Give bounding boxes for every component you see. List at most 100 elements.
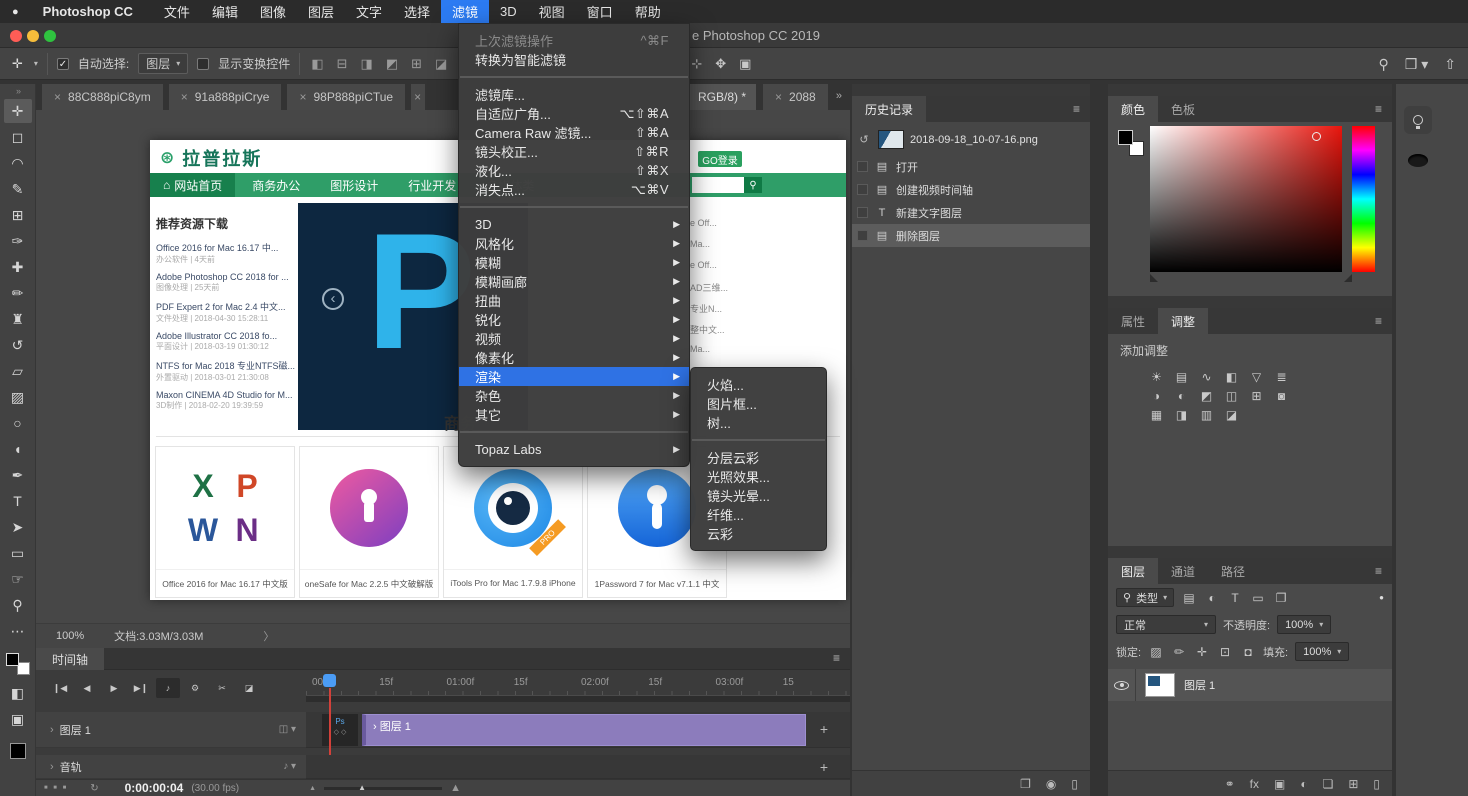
lock-position-icon[interactable]: ✛	[1194, 645, 1210, 659]
document-tab[interactable]: × 88C888piC8ym	[42, 84, 163, 110]
history-state-row[interactable]: ▤ 创建视频时间轴	[852, 178, 1090, 201]
history-brush-tool[interactable]: ↺	[4, 333, 32, 357]
align-bottom-edges-icon[interactable]: ◪	[433, 56, 449, 72]
lock-image-pixels-icon[interactable]: ✏	[1171, 645, 1187, 659]
keyframe-icons[interactable]: ◇ ◇	[322, 729, 358, 737]
filter-menu-item[interactable]: 3D ▶	[459, 215, 689, 234]
zoom-window-button[interactable]	[44, 30, 56, 42]
render-submenu-item[interactable]: 图片框...	[691, 394, 826, 413]
history-snapshot-row[interactable]: ↺ 2018-09-18_10-07-16.png	[856, 130, 1090, 149]
render-submenu-item[interactable]: 纤维...	[691, 505, 826, 524]
curves-icon[interactable]: ∿	[1194, 367, 1219, 386]
search-icon[interactable]: ⚲	[1379, 56, 1389, 73]
render-quality-icons[interactable]: ■ ■ ■	[44, 785, 68, 791]
filter-pixel-layers-icon[interactable]: ▤	[1181, 591, 1197, 605]
close-tab-icon[interactable]: ×	[54, 90, 61, 104]
loop-icon[interactable]: ↻	[90, 783, 98, 794]
foreground-color-swatch[interactable]	[1118, 130, 1133, 145]
current-tool-icon[interactable]: ✛	[10, 56, 25, 72]
new-snapshot-icon[interactable]: ◉	[1046, 777, 1056, 791]
zoom-tool[interactable]: ⚲	[4, 593, 32, 617]
history-tab[interactable]: 历史记录	[852, 96, 926, 122]
panel-menu-icon[interactable]: ≡	[1375, 314, 1382, 328]
next-frame-button[interactable]: ▶❙	[129, 678, 153, 698]
layer-row[interactable]: 图层 1	[1108, 669, 1392, 701]
history-state-row[interactable]: ▤ 删除图层	[852, 224, 1090, 247]
color-swatch[interactable]	[10, 743, 26, 759]
video-clip[interactable]: › 图层 1	[362, 714, 806, 746]
panel-menu-icon[interactable]: ≡	[833, 651, 840, 665]
filter-menu-item[interactable]: 液化... ⇧⌘X	[459, 161, 689, 180]
filter-menu-item[interactable]: 其它 ▶	[459, 405, 689, 424]
menubar-item[interactable]: 编辑	[201, 0, 249, 23]
delete-state-icon[interactable]: ▯	[1071, 777, 1078, 791]
menubar-item[interactable]: 窗口	[576, 0, 624, 23]
layer-style-icon[interactable]: fx	[1250, 777, 1259, 791]
exposure-icon[interactable]: ◧	[1219, 367, 1244, 386]
filter-menu-item[interactable]: 锐化 ▶	[459, 310, 689, 329]
disclosure-icon[interactable]: ›	[50, 761, 54, 773]
menubar-item[interactable]: 帮助	[624, 0, 672, 23]
photo-filter-icon[interactable]: ◩	[1194, 386, 1219, 405]
dodge-tool[interactable]: ◖	[4, 437, 32, 461]
filter-menu-item[interactable]	[460, 206, 688, 208]
learn-button[interactable]	[1404, 106, 1432, 134]
filter-menu-item[interactable]: 模糊画廊 ▶	[459, 272, 689, 291]
edit-toolbar-icon[interactable]: ⋯	[4, 619, 32, 643]
align-top-edges-icon[interactable]: ◩	[384, 56, 400, 72]
color-picker-cursor[interactable]	[1312, 132, 1321, 141]
document-tab[interactable]: × 91a888piCrye	[169, 84, 282, 110]
layers-panel-tab[interactable]: 路径	[1208, 558, 1258, 584]
eyedropper-tool[interactable]: ✑	[4, 229, 32, 253]
healing-brush-tool[interactable]: ✚	[4, 255, 32, 279]
render-submenu-item[interactable]	[692, 439, 825, 441]
collapse-tools-icon[interactable]: »	[16, 86, 19, 96]
layers-panel-tab[interactable]: 图层	[1108, 558, 1158, 584]
add-media-button[interactable]: +	[820, 721, 828, 737]
render-submenu-item[interactable]: 光照效果...	[691, 467, 826, 486]
filter-menu-item[interactable]: 消失点... ⌥⌘V	[459, 180, 689, 199]
new-layer-icon[interactable]: ⊞	[1348, 777, 1358, 791]
menubar-item[interactable]: 滤镜	[441, 0, 489, 23]
filter-menu-item[interactable]: Topaz Labs ▶	[459, 440, 689, 459]
render-submenu-item[interactable]: 镜头光晕...	[691, 486, 826, 505]
screen-mode-button[interactable]: ▣	[4, 707, 32, 731]
history-source-well[interactable]	[857, 230, 868, 241]
history-state-row[interactable]: ▤ 打开	[852, 155, 1090, 178]
layer-mask-icon[interactable]: ▣	[1274, 777, 1285, 791]
align-left-edges-icon[interactable]: ◧	[309, 56, 325, 72]
playhead-handle[interactable]	[323, 674, 336, 687]
type-tool[interactable]: T	[4, 489, 32, 513]
add-audio-button[interactable]: +	[820, 759, 828, 775]
disclosure-icon[interactable]: ›	[50, 724, 54, 736]
clone-stamp-tool[interactable]: ♜	[4, 307, 32, 331]
panel-menu-icon[interactable]: ≡	[1073, 102, 1080, 116]
history-state-row[interactable]: T 新建文字图层	[852, 201, 1090, 224]
menubar-item[interactable]: 视图	[528, 0, 576, 23]
layer-thumbnail[interactable]	[1145, 673, 1175, 697]
delete-layer-icon[interactable]: ▯	[1373, 777, 1380, 791]
distribute-icon[interactable]: ⊹	[689, 56, 704, 72]
lock-all-icon[interactable]: ◘	[1240, 645, 1256, 659]
align-horizontal-centers-icon[interactable]: ⊟	[335, 56, 350, 72]
marquee-tool[interactable]: ◻	[4, 125, 32, 149]
audio-options-icons[interactable]: ♪ ▾	[283, 761, 296, 772]
filter-menu-item[interactable]	[460, 431, 688, 433]
color-panel-tab[interactable]: 颜色	[1108, 96, 1158, 122]
panel-menu-icon[interactable]: ≡	[1375, 564, 1382, 578]
history-source-well[interactable]	[857, 207, 868, 218]
transition-button[interactable]: ◪	[237, 678, 261, 698]
new-document-from-state-icon[interactable]: ❐	[1020, 777, 1031, 791]
timeline-zoom-slider[interactable]: ▲	[324, 787, 442, 790]
filter-menu-item[interactable]: 像素化 ▶	[459, 348, 689, 367]
filter-menu-item[interactable]: 视频 ▶	[459, 329, 689, 348]
close-tab-icon[interactable]: ×	[181, 90, 188, 104]
app-menu[interactable]: Photoshop CC	[31, 0, 145, 23]
selective-color-icon[interactable]: ◪	[1219, 405, 1244, 424]
render-submenu-item[interactable]: 分层云彩	[691, 448, 826, 467]
layer-filter-dropdown[interactable]: ⚲ 类型 ▾	[1116, 588, 1174, 607]
crop-tool[interactable]: ⊞	[4, 203, 32, 227]
path-selection-tool[interactable]: ➤	[4, 515, 32, 539]
lock-artboard-icon[interactable]: ⊡	[1217, 645, 1233, 659]
posterize-icon[interactable]: ▦	[1144, 405, 1169, 424]
